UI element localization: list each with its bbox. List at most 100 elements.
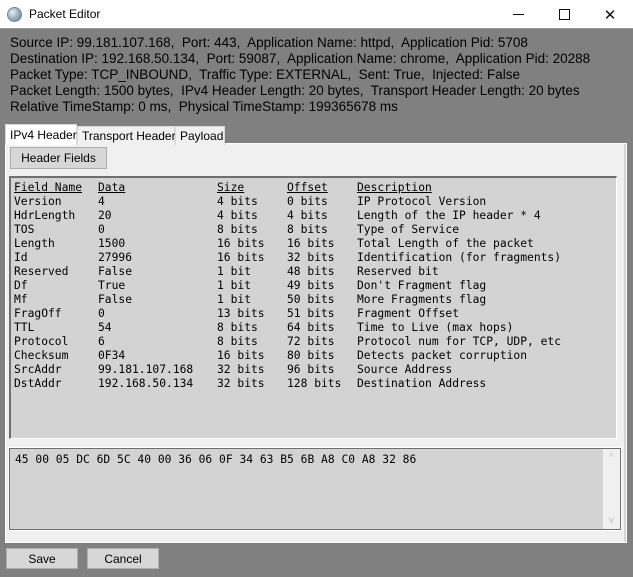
cell-offset: 32 bits	[287, 251, 335, 264]
table-row[interactable]: Protocol 6 8 bits 72 bits Protocol num for T…	[14, 335, 607, 349]
cell-description: Fragment Offset	[357, 307, 460, 320]
cell-size: 8 bits	[217, 223, 258, 236]
table-row[interactable]: TOS 0 8 bits 8 bits Type of Service	[14, 223, 607, 237]
cell-offset: 48 bits	[287, 265, 335, 278]
cell-offset: 128 bits	[287, 377, 342, 390]
cell-offset: 64 bits	[287, 321, 335, 334]
cell-description: Length of the IP header * 4	[357, 209, 541, 222]
scroll-down-icon[interactable]: v	[603, 512, 620, 529]
cell-data: 0F34	[98, 349, 126, 362]
cell-size: 8 bits	[217, 335, 258, 348]
cell-data: 0	[98, 223, 105, 236]
scroll-up-icon[interactable]: ^	[603, 449, 620, 466]
cell-data: 192.168.50.134	[98, 377, 194, 390]
cell-description: Type of Service	[357, 223, 460, 236]
fields-table: Field Name Data Size Offset Description …	[14, 181, 607, 391]
cell-field-name: TOS	[14, 223, 35, 236]
cell-size: 1 bit	[217, 293, 252, 306]
cell-size: 1 bit	[217, 279, 252, 292]
cell-offset: 51 bits	[287, 307, 335, 320]
cell-description: Reserved bit	[357, 265, 439, 278]
table-row[interactable]: Checksum 0F34 16 bits 80 bits Detects packet…	[14, 349, 607, 363]
tab-payload[interactable]: Payload	[175, 126, 225, 145]
table-row[interactable]: Reserved False 1 bit 48 bits Reserved bit	[14, 265, 607, 279]
maximize-button[interactable]	[541, 0, 587, 29]
table-row[interactable]: FragOff 0 13 bits 51 bits Fragment Offset	[14, 307, 607, 321]
table-row[interactable]: Df True 1 bit 49 bits Don't Fragment flag	[14, 279, 607, 293]
cell-field-name: SrcAddr	[14, 363, 62, 376]
table-row[interactable]: DstAddr 192.168.50.134 32 bits 128 bits Dest…	[14, 377, 607, 391]
cell-data: False	[98, 265, 133, 278]
cell-field-name: Id	[14, 251, 28, 264]
cell-field-name: Protocol	[14, 335, 69, 348]
window-title: Packet Editor	[29, 7, 101, 21]
close-button[interactable]: ✕	[587, 0, 633, 29]
table-row[interactable]: TTL 54 8 bits 64 bits Time to Live (max hops…	[14, 321, 607, 335]
cell-description: Identification (for fragments)	[357, 251, 562, 264]
table-row[interactable]: Id 27996 16 bits 32 bits Identification (for…	[14, 251, 607, 265]
cell-size: 8 bits	[217, 321, 258, 334]
save-button[interactable]: Save	[6, 548, 78, 569]
table-header: Field Name Data Size Offset Description	[14, 181, 607, 195]
cell-offset: 96 bits	[287, 363, 335, 376]
cell-data: 54	[98, 321, 112, 334]
header-fields-list[interactable]: Field Name Data Size Offset Description …	[9, 176, 617, 439]
source-info: Source IP: 99.181.107.168, Port: 443, Ap…	[10, 35, 528, 50]
column-header-offset: Offset	[287, 181, 328, 194]
hex-editor[interactable]: 45 00 05 DC 6D 5C 40 00 36 06 0F 34 63 B…	[8, 447, 622, 531]
cell-offset: 72 bits	[287, 335, 335, 348]
packet-info: Source IP: 99.181.107.168, Port: 443, Ap…	[10, 35, 590, 115]
cell-field-name: DstAddr	[14, 377, 62, 390]
cell-description: Protocol num for TCP, UDP, etc	[357, 335, 562, 348]
packet-type-info: Packet Type: TCP_INBOUND, Traffic Type: …	[10, 67, 520, 82]
table-row[interactable]: Version 4 4 bits 0 bits IP Protocol Version	[14, 195, 607, 209]
cell-size: 1 bit	[217, 265, 252, 278]
table-row[interactable]: Mf False 1 bit 50 bits More Fragments flag	[14, 293, 607, 307]
cancel-button[interactable]: Cancel	[87, 548, 159, 569]
vertical-scrollbar[interactable]: ^ v	[603, 449, 620, 529]
cell-field-name: Mf	[14, 293, 28, 306]
cell-offset: 0 bits	[287, 195, 328, 208]
cell-field-name: Reserved	[14, 265, 69, 278]
cell-data: 27996	[98, 251, 133, 264]
minimize-button[interactable]	[495, 0, 541, 29]
cell-offset: 49 bits	[287, 279, 335, 292]
table-row[interactable]: Length 1500 16 bits 16 bits Total Length of …	[14, 237, 607, 251]
cell-offset: 50 bits	[287, 293, 335, 306]
column-header-data: Data	[98, 181, 126, 194]
cell-field-name: Version	[14, 195, 62, 208]
cell-field-name: TTL	[14, 321, 35, 334]
timestamp-info: Relative TimeStamp: 0 ms, Physical TimeS…	[10, 99, 398, 114]
maximize-icon	[558, 9, 570, 20]
table-row[interactable]: HdrLength 20 4 bits 4 bits Length of the IP …	[14, 209, 607, 223]
minimize-icon	[512, 14, 524, 15]
header-fields-button[interactable]: Header Fields	[10, 147, 107, 169]
cell-size: 16 bits	[217, 251, 265, 264]
cell-size: 4 bits	[217, 209, 258, 222]
cell-offset: 4 bits	[287, 209, 328, 222]
cell-field-name: HdrLength	[14, 209, 76, 222]
tab-transport-header[interactable]: Transport Header	[77, 126, 176, 145]
hex-bytes[interactable]: 45 00 05 DC 6D 5C 40 00 36 06 0F 34 63 B…	[15, 453, 416, 466]
cell-description: Don't Fragment flag	[357, 279, 487, 292]
globe-icon	[7, 7, 22, 22]
cell-data: 4	[98, 195, 105, 208]
cell-offset: 8 bits	[287, 223, 328, 236]
cell-offset: 16 bits	[287, 237, 335, 250]
cell-size: 32 bits	[217, 363, 265, 376]
table-row[interactable]: SrcAddr 99.181.107.168 32 bits 96 bits Sourc…	[14, 363, 607, 377]
cell-size: 16 bits	[217, 349, 265, 362]
tab-ipv4-header[interactable]: IPv4 Header	[5, 124, 77, 145]
cell-data: 20	[98, 209, 112, 222]
destination-info: Destination IP: 192.168.50.134, Port: 59…	[10, 51, 591, 66]
cell-description: Destination Address	[357, 377, 487, 390]
cell-size: 13 bits	[217, 307, 265, 320]
cell-data: 0	[98, 307, 105, 320]
cell-field-name: Df	[14, 279, 28, 292]
packet-length-info: Packet Length: 1500 bytes, IPv4 Header L…	[10, 83, 580, 98]
close-icon: ✕	[603, 6, 617, 24]
cell-description: Detects packet corruption	[357, 349, 528, 362]
column-header-description: Description	[357, 181, 432, 194]
cell-description: Total Length of the packet	[357, 237, 534, 250]
cell-size: 4 bits	[217, 195, 258, 208]
